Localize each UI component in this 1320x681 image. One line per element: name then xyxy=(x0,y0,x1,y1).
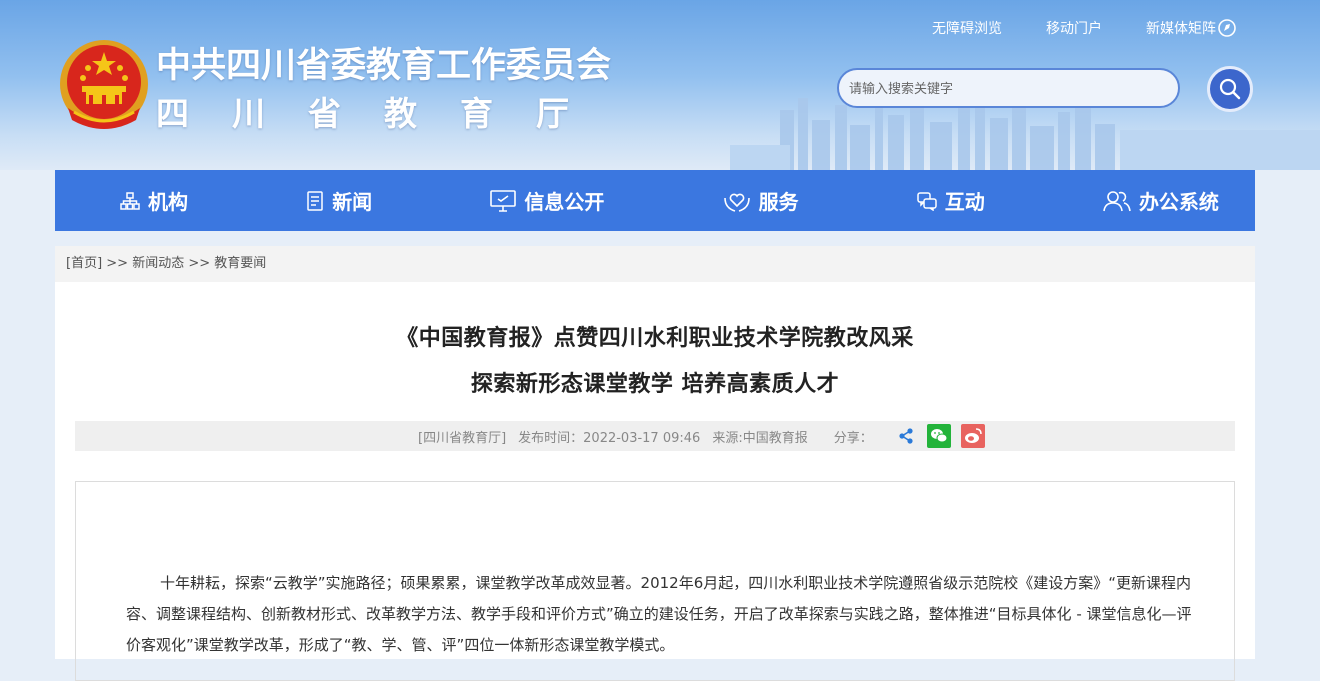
breadcrumb-separator: >> xyxy=(184,256,215,271)
breadcrumb-news[interactable]: 新闻动态 xyxy=(132,256,184,271)
nav-label-service: 服务 xyxy=(758,190,799,214)
nav-item-office[interactable]: 办公系统 xyxy=(1103,186,1219,215)
nav-label-office: 办公系统 xyxy=(1138,190,1219,214)
nav-item-service[interactable]: 服务 xyxy=(723,186,799,215)
article-title-line1: 《中国教育报》点赞四川水利职业技术学院教改风采 xyxy=(396,326,914,351)
search-button[interactable] xyxy=(1207,66,1253,112)
mobile-portal-link[interactable]: 移动门户 xyxy=(1046,18,1102,38)
monitor-icon xyxy=(490,189,517,212)
article-body: 十年耕耘，探索“云教学”实施路径；硕果累累，课堂教学改革成效显著。2012年6月… xyxy=(75,481,1235,681)
new-media-label: 新媒体矩阵 xyxy=(1146,21,1216,37)
nav-item-org[interactable]: 机构 xyxy=(120,186,188,215)
nav-label-interact: 互动 xyxy=(944,190,985,214)
chat-icon xyxy=(917,191,937,211)
national-emblem-logo xyxy=(60,40,148,129)
users-icon xyxy=(1103,190,1131,211)
nav-item-news[interactable]: 新闻 xyxy=(306,186,372,215)
article-origin: 来源:中国教育报 xyxy=(712,430,808,446)
wechat-icon[interactable] xyxy=(926,424,951,448)
heart-hands-icon xyxy=(723,193,750,212)
org-chart-icon xyxy=(120,191,140,210)
source-tag: [四川省教育厅] xyxy=(418,430,507,446)
accessibility-link[interactable]: 无障碍浏览 xyxy=(932,18,1002,38)
nav-label-org: 机构 xyxy=(148,190,188,214)
article-paragraph: 十年耕耘，探索“云教学”实施路径；硕果累累，课堂教学改革成效显著。2012年6月… xyxy=(126,574,1192,654)
publish-time: 发布时间：2022-03-17 09:46 xyxy=(518,430,701,446)
article-meta: [四川省教育厅] 发布时间：2022-03-17 09:46 来源:中国教育报 … xyxy=(75,421,1235,451)
site-title: 中共四川省委教育工作委员会 xyxy=(156,46,612,86)
new-media-icon xyxy=(1218,19,1236,37)
nav-label-info: 信息公开 xyxy=(524,190,605,214)
breadcrumb: [首页] >> 新闻动态 >> 教育要闻 xyxy=(55,246,1255,282)
nav-item-interact[interactable]: 互动 xyxy=(917,186,985,215)
header-banner: 中共四川省委教育工作委员会 四川省教育厅 无障碍浏览 移动门户 新媒体矩阵 xyxy=(0,0,1320,170)
nav-label-news: 新闻 xyxy=(332,190,373,214)
weibo-icon[interactable] xyxy=(960,424,985,448)
breadcrumb-separator: >> xyxy=(102,256,133,271)
search-box xyxy=(837,68,1180,108)
main-nav: 机构 新闻 信息公开 服务 互动 办公系统 xyxy=(55,170,1255,231)
share-icon[interactable] xyxy=(897,427,915,445)
new-media-link[interactable]: 新媒体矩阵 xyxy=(1146,18,1236,38)
breadcrumb-edu-news[interactable]: 教育要闻 xyxy=(214,256,266,271)
nav-item-info[interactable]: 信息公开 xyxy=(490,186,604,215)
site-subtitle: 四川省教育厅 xyxy=(156,94,612,133)
article-container: [首页] >> 新闻动态 >> 教育要闻 《中国教育报》点赞四川水利职业技术学院… xyxy=(55,246,1255,681)
article-title-line2: 探索新形态课堂教学 培养高素质人才 xyxy=(470,372,840,397)
top-links: 无障碍浏览 移动门户 新媒体矩阵 xyxy=(932,18,1236,38)
search-icon xyxy=(1219,78,1241,100)
article-title: 《中国教育报》点赞四川水利职业技术学院教改风采 探索新形态课堂教学 培养高素质人… xyxy=(55,316,1255,408)
search-input[interactable] xyxy=(839,70,1161,108)
share-label: 分享： xyxy=(833,430,873,446)
breadcrumb-home[interactable]: [首页] xyxy=(66,256,102,271)
document-icon xyxy=(307,190,323,211)
